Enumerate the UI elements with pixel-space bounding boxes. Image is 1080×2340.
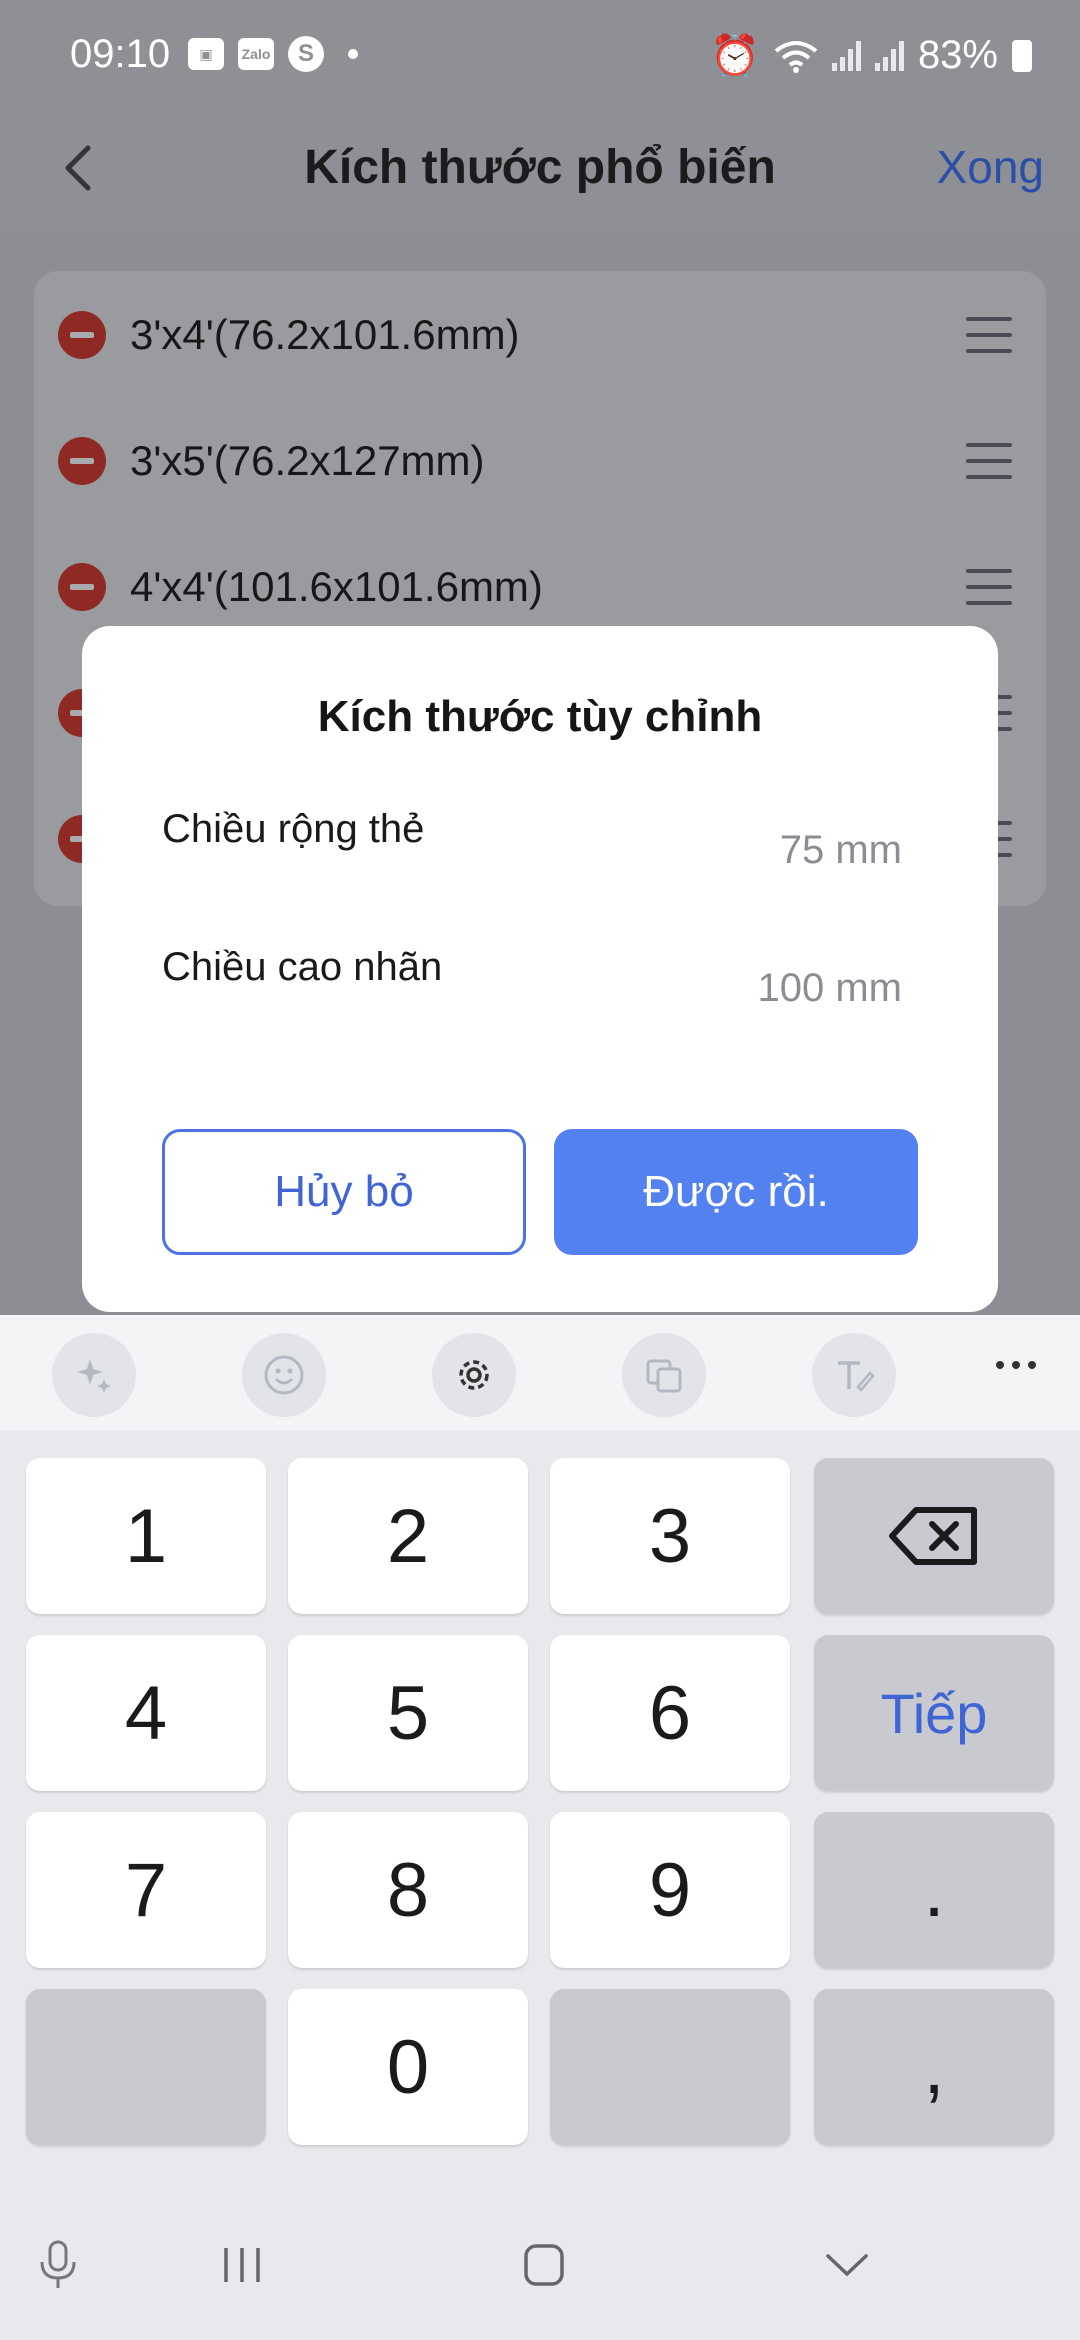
alarm-icon: ⏰	[710, 34, 760, 78]
dialog-title: Kích thước tùy chỉnh	[317, 692, 763, 741]
ok-button[interactable]: Được rồi.	[554, 1129, 918, 1255]
key-7[interactable]: 7	[26, 1812, 266, 1968]
dot-key[interactable]: .	[814, 1812, 1054, 1968]
hide-keyboard-icon[interactable]	[822, 2240, 872, 2290]
translate-icon[interactable]	[622, 1333, 706, 1417]
page-title: Kích thước phổ biến	[304, 141, 776, 194]
remove-icon[interactable]	[58, 311, 106, 359]
text-style-icon[interactable]	[812, 1333, 896, 1417]
size-label: 3'x4'(76.2x101.6mm)	[130, 311, 520, 358]
comma-key[interactable]: ,	[814, 1989, 1054, 2145]
battery-percent: 83%	[917, 33, 998, 77]
status-bar: 09:10 ▣ Zalo S ⏰ 83%	[0, 0, 1080, 110]
key-6[interactable]: 6	[550, 1635, 790, 1791]
ai-sparkle-icon[interactable]	[52, 1333, 136, 1417]
remove-icon[interactable]	[58, 563, 106, 611]
key-4[interactable]: 4	[26, 1635, 266, 1791]
width-input[interactable]: 75 mm	[780, 828, 902, 873]
list-item[interactable]: 3'x4'(76.2x101.6mm)	[34, 271, 1046, 397]
drag-handle-icon[interactable]	[966, 317, 1012, 353]
signal-1-icon	[831, 40, 861, 71]
key-5[interactable]: 5	[288, 1635, 528, 1791]
width-label: Chiều rộng thẻ	[162, 807, 425, 851]
skype-icon: S	[288, 36, 324, 72]
keyboard-toolbar	[0, 1315, 1080, 1430]
key-2[interactable]: 2	[288, 1458, 528, 1614]
battery-icon	[1012, 39, 1032, 72]
backspace-icon	[889, 1507, 977, 1565]
recent-apps-icon[interactable]	[218, 2240, 266, 2290]
next-key[interactable]: Tiếp	[814, 1635, 1054, 1791]
more-options-icon[interactable]	[996, 1361, 1036, 1369]
microphone-icon[interactable]	[36, 2240, 80, 2290]
blank-key-right	[550, 1989, 790, 2145]
wifi-icon	[774, 40, 818, 73]
key-0[interactable]: 0	[288, 1989, 528, 2145]
gallery-icon: ▣	[188, 38, 224, 70]
height-input[interactable]: 100 mm	[758, 966, 903, 1011]
done-button[interactable]: Xong	[937, 140, 1044, 194]
backspace-key[interactable]	[814, 1458, 1054, 1614]
zalo-icon: Zalo	[238, 38, 274, 70]
key-9[interactable]: 9	[550, 1812, 790, 1968]
emoji-icon[interactable]	[242, 1333, 326, 1417]
home-icon[interactable]	[520, 2240, 568, 2290]
remove-icon[interactable]	[58, 437, 106, 485]
system-nav-bar	[0, 2190, 1080, 2340]
size-label: 3'x5'(76.2x127mm)	[130, 437, 485, 484]
height-label: Chiều cao nhãn	[162, 945, 443, 989]
signal-2-icon	[874, 40, 904, 71]
settings-gear-icon[interactable]	[432, 1333, 516, 1417]
blank-key-left	[26, 1989, 266, 2145]
list-item[interactable]: 3'x5'(76.2x127mm)	[34, 397, 1046, 523]
drag-handle-icon[interactable]	[966, 569, 1012, 605]
key-1[interactable]: 1	[26, 1458, 266, 1614]
custom-size-dialog: Kích thước tùy chỉnh Chiều rộng thẻ 75 m…	[82, 626, 998, 1312]
size-label: 4'x4'(101.6x101.6mm)	[130, 563, 543, 610]
clock: 09:10	[70, 32, 171, 76]
drag-handle-icon[interactable]	[966, 443, 1012, 479]
numeric-keyboard: 1 2 3 4 5 6 Tiếp 7 8 9 . 0 ,	[0, 1430, 1080, 2190]
notification-dot-icon	[348, 49, 358, 59]
app-bar: Kích thước phổ biến Xong	[0, 110, 1080, 235]
key-8[interactable]: 8	[288, 1812, 528, 1968]
key-3[interactable]: 3	[550, 1458, 790, 1614]
cancel-button[interactable]: Hủy bỏ	[162, 1129, 526, 1255]
